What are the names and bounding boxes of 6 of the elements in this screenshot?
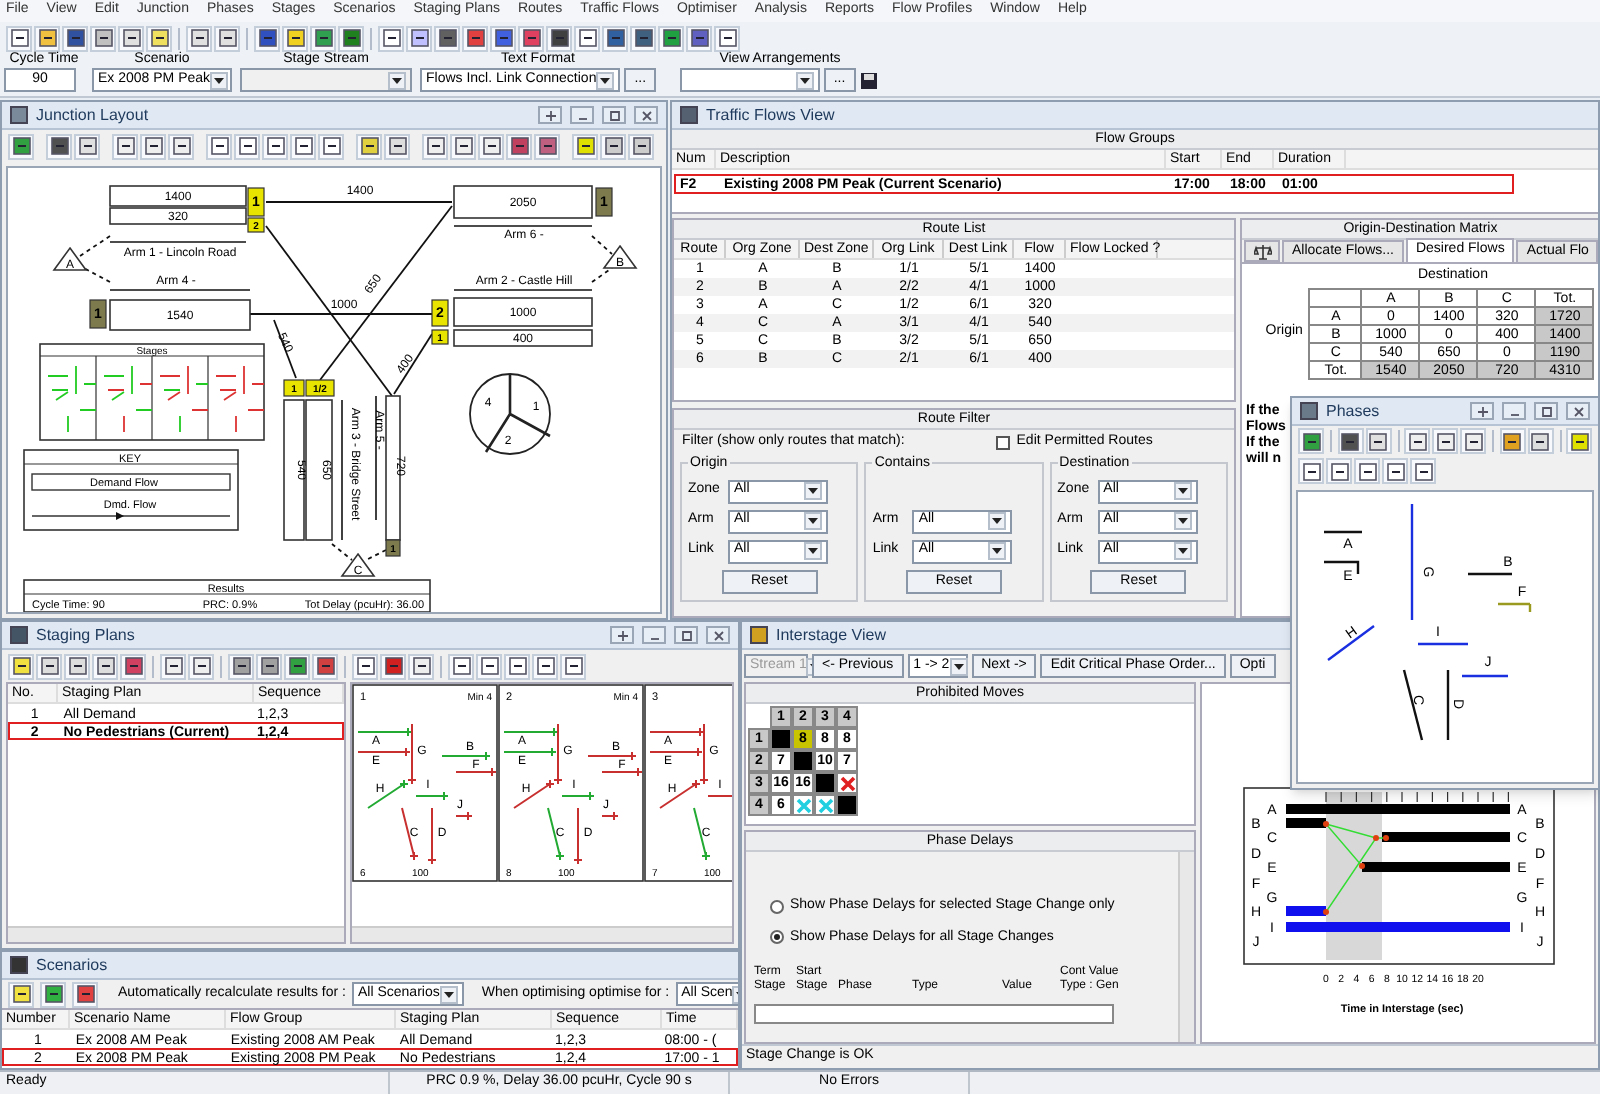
window-title: Junction Layout [36, 103, 149, 127]
window-title: Traffic Flows View [706, 103, 835, 127]
window-title: Scenarios [36, 953, 108, 977]
window-title: Phases [1326, 399, 1380, 423]
window-title: Interstage View [776, 623, 886, 647]
window-title: Staging Plans [36, 623, 135, 647]
